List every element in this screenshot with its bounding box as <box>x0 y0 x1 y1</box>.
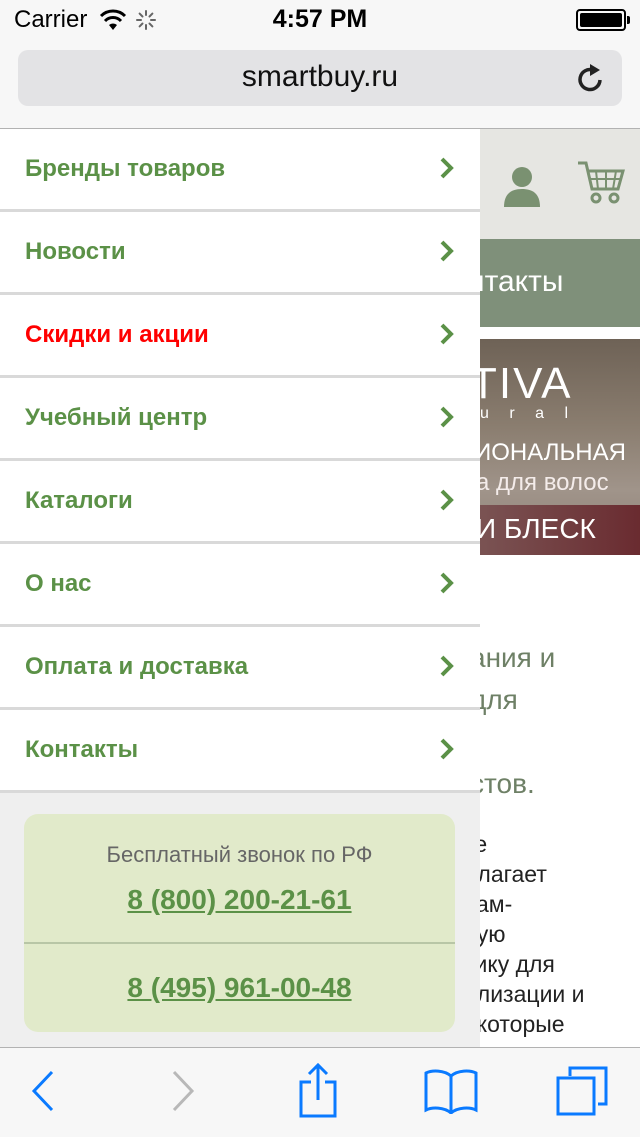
menu-item-payment-delivery[interactable]: Оплата и доставка <box>0 627 480 710</box>
free-call-box: Бесплатный звонок по РФ 8 (800) 200-21-6… <box>24 814 455 1032</box>
promo-banner[interactable]: TIVA u r a l ИОНАЛЬНАЯ а для волос И БЛЕ… <box>480 339 640 555</box>
browser-address-area: smartbuy.ru <box>0 40 640 129</box>
forward-icon[interactable] <box>170 1068 196 1114</box>
intro-line: для <box>480 684 518 715</box>
body-line: тику для <box>480 951 555 977</box>
body-line: ке <box>480 831 488 857</box>
banner-text-3: ИОНАЛЬНАЯ <box>480 439 626 466</box>
url-text[interactable]: smartbuy.ru <box>18 60 622 94</box>
share-icon[interactable] <box>298 1062 338 1118</box>
call-box-divider <box>24 942 455 944</box>
menu-item-label: Контакты <box>25 736 139 763</box>
menu-item-discounts[interactable]: Скидки и акции <box>0 295 480 378</box>
menu-item-label: Учебный центр <box>25 404 208 431</box>
page-body-text: ке длагает чам- ную тику для ализации и … <box>480 829 585 1039</box>
chevron-right-icon <box>440 157 454 179</box>
chevron-right-icon <box>440 572 454 594</box>
background-page: нтакты TIVA u r a l ИОНАЛЬНАЯ а для воло… <box>480 129 640 1047</box>
intro-line: ания и <box>480 642 556 673</box>
reload-icon[interactable] <box>576 62 606 94</box>
menu-item-label: Бренды товаров <box>25 155 226 182</box>
menu-item-contacts[interactable]: Контакты <box>0 710 480 793</box>
banner-text-2: u r a l <box>480 405 577 422</box>
banner-text-1: TIVA <box>480 359 573 408</box>
menu-item-training-center[interactable]: Учебный центр <box>0 378 480 461</box>
menu-item-label: Скидки и акции <box>25 321 209 348</box>
page-intro-text: ания и для , стов. <box>480 637 555 805</box>
body-line: ализации и <box>480 981 585 1007</box>
tabs-icon[interactable] <box>556 1066 608 1116</box>
page-nav-bar: нтакты <box>480 239 640 327</box>
chevron-right-icon <box>440 240 454 262</box>
body-line: чам- <box>480 891 513 917</box>
chevron-right-icon <box>440 489 454 511</box>
side-menu: Бренды товаров Новости Скидки и акции Уч… <box>0 129 480 1047</box>
chevron-right-icon <box>440 406 454 428</box>
banner-text-5: И БЛЕСК <box>480 513 596 544</box>
page-nav-contacts[interactable]: нтакты <box>480 265 563 299</box>
body-line: длагает <box>480 861 547 887</box>
body-line: , которые <box>480 1011 565 1037</box>
menu-item-about[interactable]: О нас <box>0 544 480 627</box>
intro-line: , <box>480 721 555 763</box>
bookmarks-icon[interactable] <box>424 1068 478 1114</box>
chevron-right-icon <box>440 655 454 677</box>
clock: 4:57 PM <box>272 5 368 33</box>
status-bar: Carrier 4:57 PM <box>0 0 640 40</box>
free-call-title: Бесплатный звонок по РФ <box>106 842 373 867</box>
phone-link-800[interactable]: 8 (800) 200-21-61 <box>24 884 455 916</box>
menu-item-brands[interactable]: Бренды товаров <box>0 129 480 212</box>
intro-line: стов. <box>480 768 535 799</box>
menu-item-label: Новости <box>25 238 126 265</box>
chevron-right-icon <box>440 738 454 760</box>
address-bar[interactable]: smartbuy.ru <box>18 50 622 106</box>
menu-item-label: Каталоги <box>25 487 133 514</box>
cart-icon[interactable] <box>576 159 626 205</box>
body-line: ную <box>480 921 506 947</box>
menu-item-news[interactable]: Новости <box>0 212 480 295</box>
browser-toolbar <box>0 1047 640 1137</box>
page-header <box>480 129 640 239</box>
user-icon[interactable] <box>502 163 542 207</box>
back-icon[interactable] <box>30 1068 56 1114</box>
chevron-right-icon <box>440 323 454 345</box>
menu-item-label: О нас <box>25 570 92 597</box>
menu-item-catalogs[interactable]: Каталоги <box>0 461 480 544</box>
phone-link-495[interactable]: 8 (495) 961-00-48 <box>24 972 455 1004</box>
banner-text-4: а для волос <box>480 469 609 496</box>
menu-item-label: Оплата и доставка <box>25 653 249 680</box>
battery-icon <box>576 9 630 31</box>
